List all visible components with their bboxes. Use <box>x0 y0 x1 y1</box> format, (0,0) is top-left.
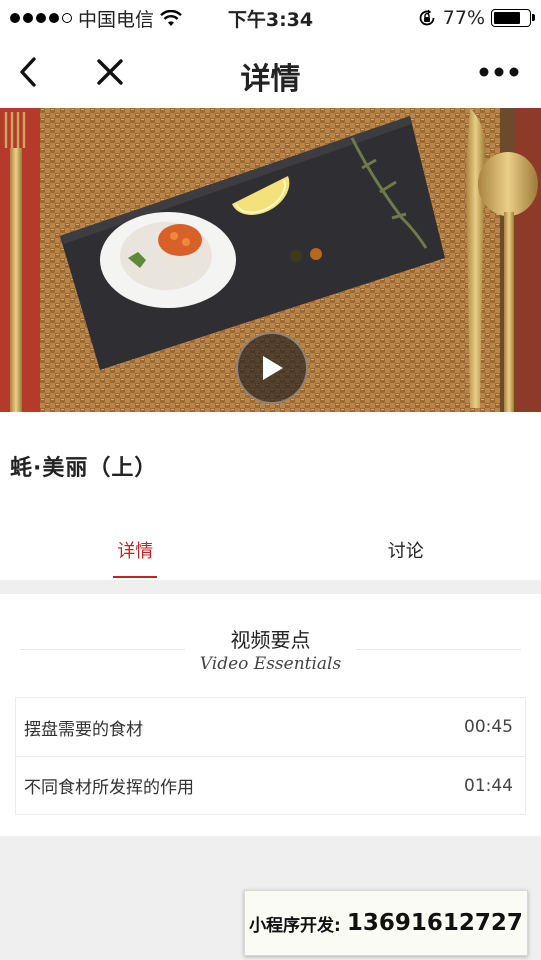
play-icon <box>263 356 283 380</box>
battery-fill <box>494 12 521 24</box>
promo-phone: 13691612727 <box>346 910 523 936</box>
wifi-icon <box>160 9 182 26</box>
tab-bar: 详情 讨论 <box>0 520 541 580</box>
battery-icon <box>491 9 535 27</box>
video-player[interactable] <box>0 108 541 412</box>
tab-active-indicator <box>113 576 158 578</box>
video-essentials-section: 视频要点 Video Essentials 摆盘需要的食材 00:45 不同食材… <box>0 594 541 836</box>
essentials-subtitle: Video Essentials <box>199 654 342 674</box>
page-title: 详情 <box>240 62 301 97</box>
essentials-header: 视频要点 Video Essentials <box>0 594 541 686</box>
promo-label: 小程序开发: <box>249 915 341 936</box>
list-item[interactable]: 不同食材所发挥的作用 01:44 <box>16 756 525 814</box>
signal-icon <box>10 13 72 23</box>
essentials-title: 视频要点 <box>230 628 311 652</box>
list-item[interactable]: 摆盘需要的食材 00:45 <box>16 698 525 756</box>
status-bar: 中国电信 下午3:34 77% <box>0 0 541 36</box>
status-right: 77% <box>417 7 535 29</box>
nav-bar: 详情 <box>0 36 541 108</box>
list-item-time: 00:45 <box>464 717 513 737</box>
tab-discussion-label: 讨论 <box>387 541 424 562</box>
battery-percent: 77% <box>442 7 485 29</box>
rotation-lock-icon <box>419 9 435 26</box>
list-item-label: 摆盘需要的食材 <box>24 719 143 740</box>
list-item-time: 01:44 <box>464 775 513 796</box>
promo-banner: 小程序开发: 13691612727 <box>244 890 528 956</box>
tab-discussion[interactable]: 讨论 <box>271 520 541 580</box>
status-left: 中国电信 <box>10 5 182 32</box>
play-button[interactable] <box>236 332 308 404</box>
more-icon <box>479 67 519 77</box>
video-title-section: 蚝·美丽（上） <box>0 412 541 520</box>
list-item-label: 不同食材所发挥的作用 <box>24 778 194 798</box>
video-title: 蚝·美丽（上） <box>10 456 158 481</box>
tab-details-label: 详情 <box>117 541 154 562</box>
more-button[interactable] <box>475 48 523 96</box>
tab-details[interactable]: 详情 <box>0 520 271 580</box>
essentials-list: 摆盘需要的食材 00:45 不同食材所发挥的作用 01:44 <box>15 697 526 815</box>
carrier-label: 中国电信 <box>78 8 155 31</box>
